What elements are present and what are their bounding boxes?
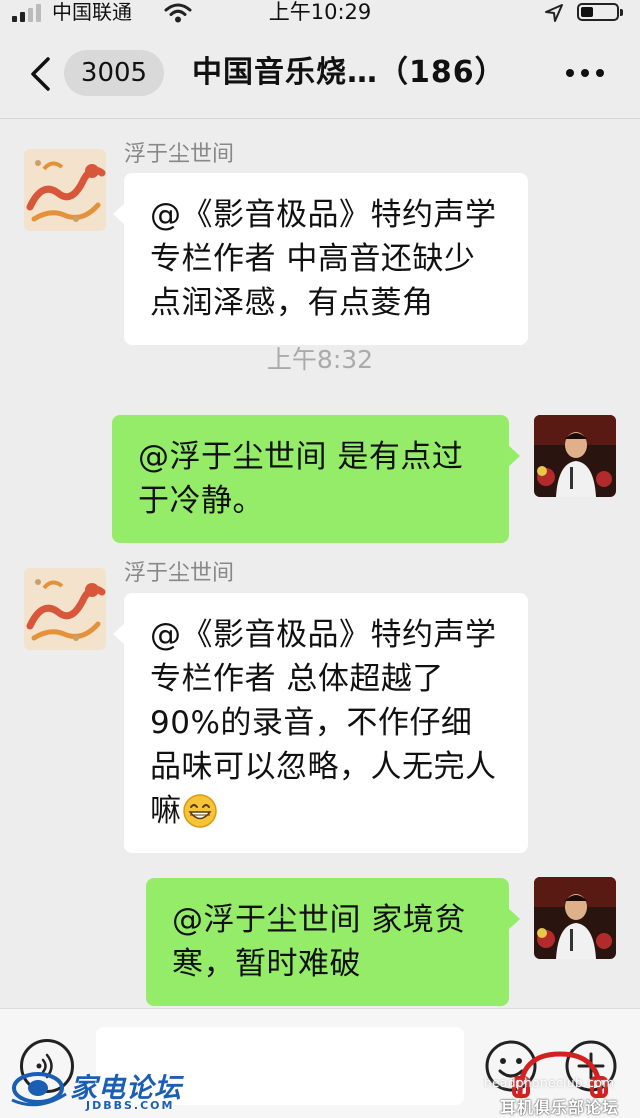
person-avatar-image	[534, 415, 616, 497]
battery-icon	[577, 3, 623, 21]
message-list[interactable]: 浮于尘世间 @《影音极品》特约声学专栏作者 中高音还缺少点润泽感，有点菱角 上午…	[0, 119, 640, 1008]
message-text: @浮于尘世间 家境贫寒，暂时难破	[172, 902, 466, 982]
dragon-avatar-image	[24, 568, 106, 650]
unread-count-badge[interactable]: 3005	[64, 50, 164, 96]
headphone-club-logo-icon	[512, 1051, 608, 1098]
location-arrow-icon	[545, 4, 563, 22]
message-bubble[interactable]: @浮于尘世间 家境贫寒，暂时难破	[146, 878, 520, 1006]
person-avatar-image	[534, 877, 616, 959]
message-text: @浮于尘世间 是有点过于冷静。	[138, 439, 464, 519]
battery-level	[581, 7, 593, 17]
status-bar: 中国联通 上午10:29	[0, 0, 640, 28]
dragon-avatar-image	[24, 149, 106, 231]
message-timestamp: 上午8:32	[266, 345, 374, 374]
more-options-icon[interactable]	[560, 58, 610, 88]
sender-name: 浮于尘世间	[124, 561, 235, 586]
watermark-headphoneclub-title: 耳机俱乐部论坛	[500, 1098, 620, 1117]
sender-avatar[interactable]	[24, 568, 106, 650]
chat-title: 中国音乐烧…（186）	[192, 55, 506, 90]
chat-header: 3005 中国音乐烧…（186）	[0, 28, 640, 119]
back-arrow-icon[interactable]	[28, 56, 52, 92]
sender-avatar[interactable]	[24, 149, 106, 231]
message-bubble[interactable]: @《影音极品》特约声学专栏作者 总体超越了90%的录音，不作仔细品味可以忽略，人…	[113, 593, 528, 853]
watermark-jdbbs-url: JDBBS.COM	[86, 1099, 175, 1112]
watermark-headphoneclub-url: headphoneclub.com	[484, 1076, 615, 1090]
sender-name: 浮于尘世间	[124, 142, 235, 167]
my-avatar[interactable]	[534, 415, 616, 497]
grinning-face-emoji-icon	[182, 794, 217, 828]
my-avatar[interactable]	[534, 877, 616, 959]
message-bubble[interactable]: @浮于尘世间 是有点过于冷静。	[112, 415, 520, 543]
message-bubble[interactable]: @《影音极品》特约声学专栏作者 中高音还缺少点润泽感，有点菱角	[113, 173, 528, 345]
message-text: @《影音极品》特约声学专栏作者 中高音还缺少点润泽感，有点菱角	[150, 197, 497, 321]
